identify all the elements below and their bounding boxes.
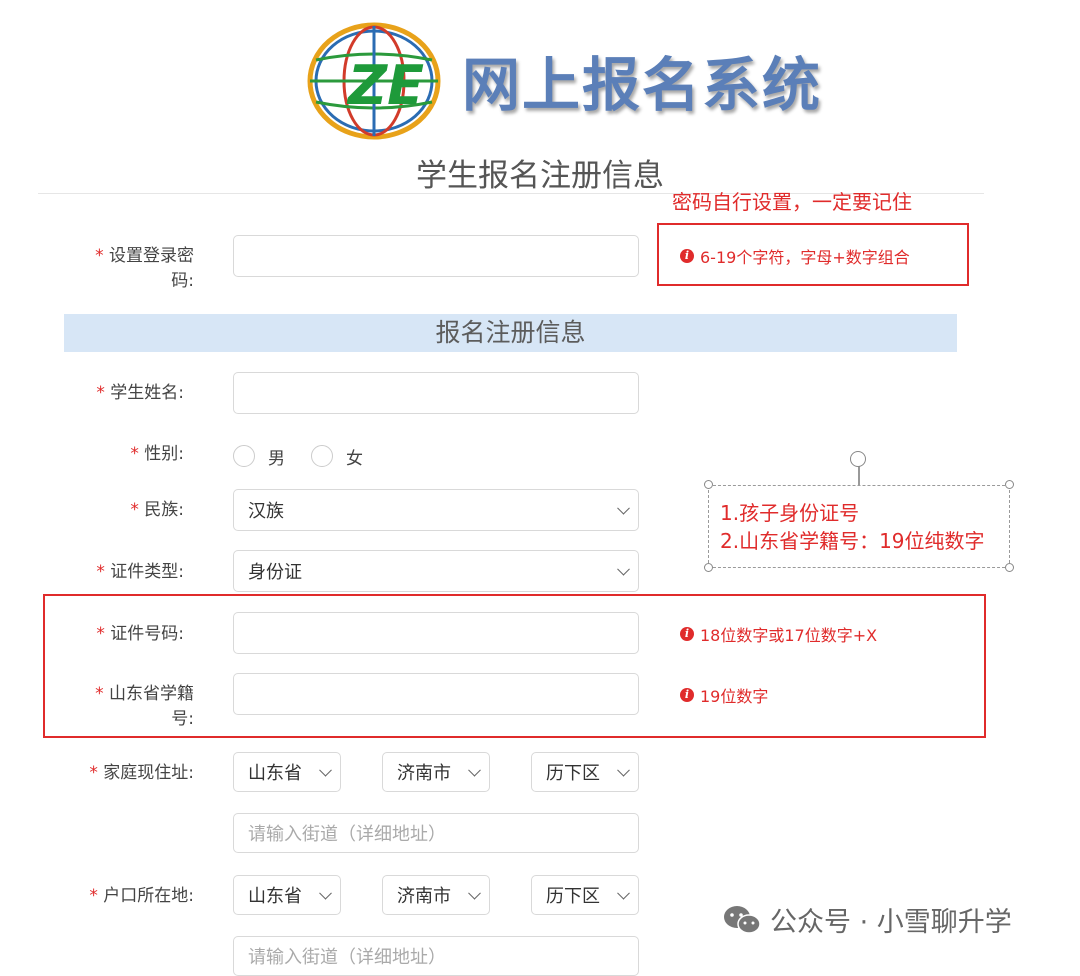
password-label-text: 设置登录密码: [109, 246, 194, 291]
household-province-select[interactable]: 山东省 [233, 875, 341, 915]
gender-male-radio[interactable] [233, 445, 255, 467]
resize-handle-tr[interactable] [1005, 480, 1014, 489]
household-street-placeholder: 请输入街道（详细地址） [248, 947, 446, 968]
password-hint-text: 6-19个字符，字母+数字组合 [700, 248, 910, 267]
page-title: 学生报名注册信息 [416, 158, 664, 194]
chevron-down-icon [617, 886, 630, 900]
home-street-input[interactable]: 请输入街道（详细地址） [233, 813, 639, 853]
home-address-label: * 家庭现住址: [84, 761, 194, 786]
watermark-text: 公众号 · 小雪聊升学 [770, 907, 1012, 938]
home-address-label-text: 家庭现住址: [103, 763, 194, 783]
resize-handle-bl[interactable] [704, 563, 713, 572]
logo: ZE [306, 22, 442, 140]
chevron-down-icon [468, 763, 481, 777]
student-no-hint: i 19位数字 [680, 683, 768, 707]
chevron-down-icon [319, 763, 332, 777]
logo-text: ZE [346, 54, 424, 117]
resize-handle-br[interactable] [1005, 563, 1014, 572]
info-icon: i [680, 249, 694, 263]
wechat-icon [724, 905, 761, 934]
id-type-value: 身份证 [248, 562, 302, 583]
home-district-select[interactable]: 历下区 [531, 752, 639, 792]
household-district-value: 历下区 [546, 886, 600, 907]
id-type-label-text: 证件类型: [110, 562, 184, 582]
id-type-select[interactable]: 身份证 [233, 550, 639, 592]
chevron-down-icon [468, 886, 481, 900]
watermark: 公众号 · 小雪聊升学 [722, 900, 1012, 939]
password-hint: i 6-19个字符，字母+数字组合 [680, 244, 910, 268]
home-province-value: 山东省 [248, 763, 302, 784]
gender-male-label[interactable]: 男 [268, 444, 285, 469]
student-name-label-text: 学生姓名: [110, 383, 184, 403]
info-icon: i [680, 627, 694, 641]
required-mark: * [96, 562, 105, 582]
ethnicity-label-text: 民族: [144, 500, 184, 520]
home-city-select[interactable]: 济南市 [382, 752, 490, 792]
id-type-label: * 证件类型: [74, 560, 184, 585]
required-mark: * [89, 886, 98, 906]
rotate-handle[interactable] [850, 451, 866, 467]
gender-label-text: 性别: [144, 444, 184, 464]
callout-line-2: 2.山东省学籍号：19位纯数字 [720, 529, 985, 553]
required-mark: * [95, 684, 104, 704]
required-mark: * [130, 500, 139, 520]
student-no-label: * 山东省学籍号: [84, 682, 194, 732]
household-city-value: 济南市 [397, 886, 451, 907]
password-input[interactable] [233, 235, 639, 277]
id-number-label-text: 证件号码: [110, 624, 184, 644]
id-number-hint-text: 18位数字或17位数字+X [700, 626, 878, 645]
home-district-value: 历下区 [546, 763, 600, 784]
chevron-down-icon [617, 562, 630, 576]
student-name-input[interactable] [233, 372, 639, 414]
section-header: 报名注册信息 [64, 314, 957, 352]
household-district-select[interactable]: 历下区 [531, 875, 639, 915]
home-province-select[interactable]: 山东省 [233, 752, 341, 792]
ethnicity-label: * 民族: [74, 498, 184, 523]
ethnicity-select[interactable]: 汉族 [233, 489, 639, 531]
home-street-placeholder: 请输入街道（详细地址） [248, 824, 446, 845]
chevron-down-icon [617, 501, 630, 515]
id-number-label: * 证件号码: [74, 622, 184, 647]
chevron-down-icon [617, 763, 630, 777]
required-mark: * [89, 763, 98, 783]
resize-handle-tl[interactable] [704, 480, 713, 489]
household-address-label: * 户口所在地: [84, 884, 194, 909]
password-label: * 设置登录密码: [84, 244, 194, 294]
callout-line-1: 1.孩子身份证号 [720, 501, 860, 525]
household-address-label-text: 户口所在地: [103, 886, 194, 906]
required-mark: * [96, 624, 105, 644]
system-title: 网上报名系统 [462, 51, 823, 119]
household-province-value: 山东省 [248, 886, 302, 907]
ethnicity-value: 汉族 [248, 501, 284, 522]
gender-female-radio[interactable] [311, 445, 333, 467]
password-annotation: 密码自行设置，一定要记住 [672, 190, 912, 214]
required-mark: * [130, 444, 139, 464]
callout-text: 1.孩子身份证号 2.山东省学籍号：19位纯数字 [720, 499, 985, 555]
id-number-input[interactable] [233, 612, 639, 654]
household-city-select[interactable]: 济南市 [382, 875, 490, 915]
gender-label: * 性别: [74, 442, 184, 467]
gender-female-label[interactable]: 女 [346, 444, 363, 469]
student-name-label: * 学生姓名: [74, 381, 184, 406]
required-mark: * [95, 246, 104, 266]
student-no-label-text: 山东省学籍号: [109, 684, 194, 729]
id-number-hint: i 18位数字或17位数字+X [680, 622, 877, 646]
student-no-hint-text: 19位数字 [700, 687, 769, 706]
student-no-input[interactable] [233, 673, 639, 715]
info-icon: i [680, 688, 694, 702]
required-mark: * [96, 383, 105, 403]
home-city-value: 济南市 [397, 763, 451, 784]
chevron-down-icon [319, 886, 332, 900]
household-street-input[interactable]: 请输入街道（详细地址） [233, 936, 639, 976]
